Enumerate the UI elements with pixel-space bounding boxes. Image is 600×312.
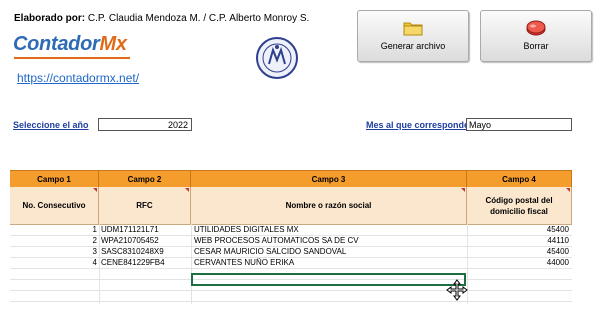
eraser-icon — [526, 20, 546, 36]
year-label: Seleccione el año — [13, 120, 89, 130]
move-cursor-icon — [446, 279, 468, 301]
table-row[interactable]: 3 SASC8310248X9 CESAR MAURICIO SALCIDO S… — [10, 247, 572, 258]
group-header-1: Campo 1 — [10, 171, 99, 187]
col-header-consecutivo: No. Consecutivo — [10, 187, 99, 224]
month-field[interactable]: Mayo — [466, 118, 572, 131]
group-header-4: Campo 4 — [467, 171, 572, 187]
contadormx-logo: ContadorMx — [13, 33, 127, 55]
author-credit: Elaborado por: C.P. Claudia Mendoza M. /… — [14, 13, 309, 24]
clear-button[interactable]: Borrar — [480, 10, 592, 62]
group-header-row: Campo 1 Campo 2 Campo 3 Campo 4 — [10, 170, 572, 188]
folder-icon — [403, 22, 423, 36]
column-header-row: No. Consecutivo RFC Nombre o razón socia… — [10, 187, 572, 225]
col-header-rfc: RFC — [99, 187, 191, 224]
generate-file-button[interactable]: Generar archivo — [357, 10, 469, 62]
clear-label: Borrar — [523, 41, 549, 51]
group-header-3: Campo 3 — [191, 171, 467, 187]
logo-underline — [14, 57, 130, 59]
year-field[interactable]: 2022 — [98, 118, 192, 131]
author-label: Elaborado por: — [14, 13, 86, 24]
group-header-2: Campo 2 — [99, 171, 191, 187]
table-row[interactable]: 4 CENE841229FB4 CERVANTES NUÑO ERIKA 440… — [10, 258, 572, 269]
table-row[interactable]: 1 UDM171121L71 UTILIDADES DIGITALES MX 4… — [10, 225, 572, 236]
university-emblem-icon — [256, 37, 298, 79]
generate-file-label: Generar archivo — [380, 41, 446, 51]
table-row[interactable]: 2 WPA210705452 WEB PROCESOS AUTOMATICOS … — [10, 236, 572, 247]
col-header-nombre: Nombre o razón social — [191, 187, 467, 224]
selected-cell[interactable] — [191, 273, 466, 286]
table-row[interactable] — [10, 291, 572, 302]
col-header-cp: Código postal del domicilio fiscal — [467, 187, 572, 224]
website-link[interactable]: https://contadormx.net/ — [17, 71, 139, 85]
author-names: C.P. Claudia Mendoza M. / C.P. Alberto M… — [85, 13, 310, 24]
month-label: Mes al que corresponde — [366, 120, 470, 130]
